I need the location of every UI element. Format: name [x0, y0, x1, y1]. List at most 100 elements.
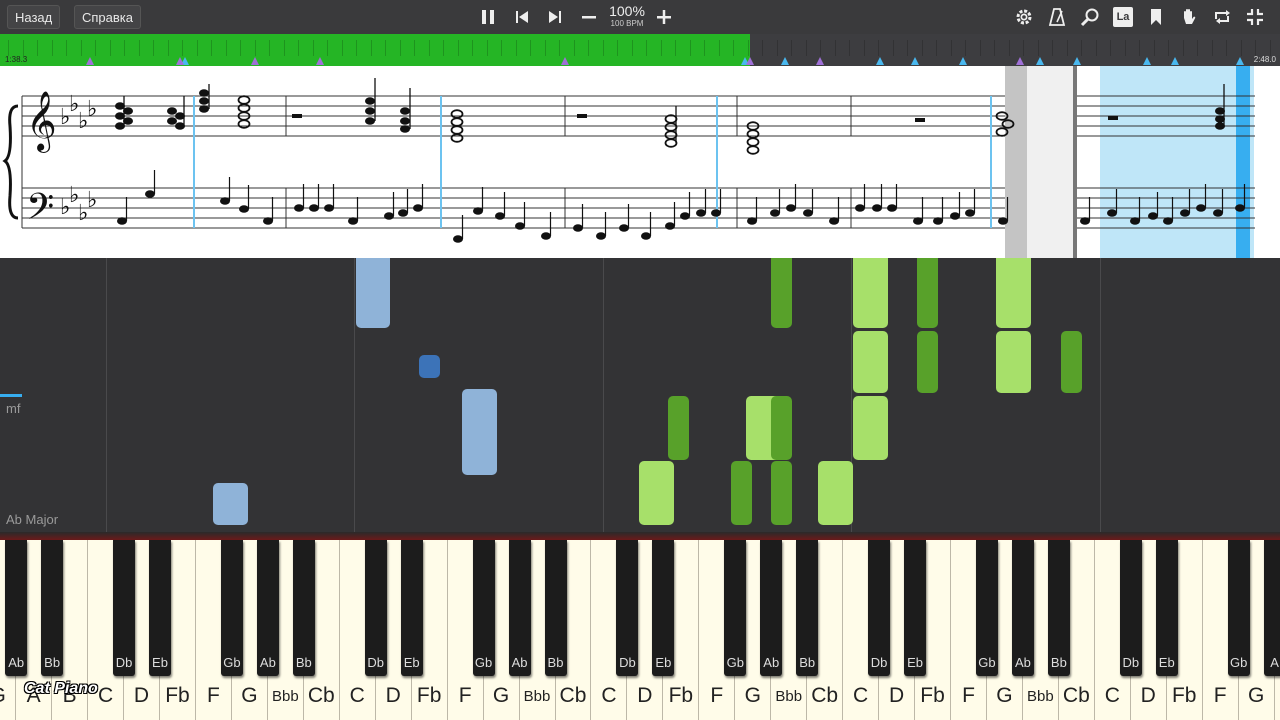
svg-text:♭: ♭	[87, 97, 97, 122]
timeline-tick	[385, 40, 386, 56]
black-key[interactable]: Eb	[1155, 540, 1178, 676]
note-bar	[639, 461, 674, 525]
timeline-tick	[428, 40, 430, 56]
black-key[interactable]: Eb	[149, 540, 171, 676]
black-key-label: Bb	[295, 655, 312, 670]
note-head	[1235, 204, 1245, 212]
black-key[interactable]: Gb	[975, 540, 998, 676]
black-key-label: Eb	[403, 655, 420, 670]
black-key-label: Ab	[1014, 655, 1031, 670]
black-key[interactable]: Eb	[400, 540, 423, 676]
note-head	[965, 209, 975, 217]
tempo-minus-icon[interactable]	[576, 4, 602, 30]
black-key[interactable]: Db	[868, 540, 891, 676]
timeline-tick	[501, 40, 502, 56]
sheet-music[interactable]: 𝄞 𝄢 ♭ ♭ ♭ ♭ ♭ ♭ ♭ ♭	[0, 66, 1280, 258]
note-head	[696, 209, 706, 217]
white-key-label: Bbb	[775, 688, 803, 705]
playhead	[1236, 66, 1250, 258]
white-key-label: Fb	[920, 684, 945, 707]
language-icon[interactable]: La	[1110, 4, 1136, 30]
note-head	[1080, 217, 1090, 225]
pause-icon[interactable]	[475, 4, 501, 30]
white-key-label: F	[1213, 684, 1227, 707]
black-key[interactable]: Ab	[256, 540, 279, 676]
timeline-tick	[109, 40, 111, 56]
timeline-marker	[1171, 57, 1179, 65]
black-key[interactable]: A	[1263, 540, 1280, 676]
note-head	[473, 207, 483, 215]
hand-icon[interactable]	[1176, 4, 1202, 30]
timeline-tick	[138, 40, 140, 56]
bookmark-icon[interactable]	[1143, 4, 1169, 30]
black-key[interactable]: Gb	[1227, 540, 1250, 676]
timeline-tick	[762, 40, 763, 56]
white-key-label: G	[996, 684, 1013, 707]
black-key[interactable]: Ab	[5, 540, 28, 676]
note-bar	[731, 461, 752, 525]
note-head	[641, 232, 651, 240]
black-key[interactable]: Bb	[292, 540, 315, 676]
timeline-scrubber[interactable]: 1:38.3 2:48.0	[0, 34, 1280, 66]
magnifier-icon[interactable]	[1077, 4, 1103, 30]
black-key[interactable]: Gb	[220, 540, 243, 676]
note-head	[872, 204, 882, 212]
black-key[interactable]: Gb	[472, 540, 495, 676]
timeline-marker	[911, 57, 919, 65]
black-key[interactable]: Bb	[796, 540, 819, 676]
timeline-marker	[316, 57, 324, 65]
black-key[interactable]: Db	[364, 540, 387, 676]
timeline-tick	[356, 40, 357, 56]
timeline-tick	[283, 40, 285, 56]
gear-icon[interactable]	[1011, 4, 1037, 30]
black-key[interactable]: Bb	[1047, 540, 1070, 676]
black-key[interactable]: Gb	[724, 540, 747, 676]
black-key[interactable]: Ab	[508, 540, 531, 676]
black-key[interactable]: Eb	[652, 540, 675, 676]
timeline-marker	[176, 57, 184, 65]
timeline-tick	[95, 40, 96, 56]
loop-icon[interactable]	[1209, 4, 1235, 30]
black-key-label: Db	[115, 655, 133, 670]
back-button[interactable]: Назад	[7, 5, 61, 29]
note-head	[998, 217, 1008, 225]
black-key[interactable]: Db	[616, 540, 639, 676]
white-key-label: Cb	[307, 684, 335, 707]
timeline-tick	[1168, 40, 1169, 56]
note-head	[770, 209, 780, 217]
black-key-label: Ab	[511, 655, 528, 670]
exit-fullscreen-icon[interactable]	[1242, 4, 1268, 30]
black-key-label: Gb	[1229, 655, 1248, 670]
note-head	[680, 212, 690, 220]
piano-keyboard[interactable]: GABCDFbFGBbbCbCDFbFGBbbCbCDFbFGBbbCbCDFb…	[0, 540, 1280, 720]
timeline-tick	[1197, 40, 1198, 56]
metronome-icon[interactable]	[1044, 4, 1070, 30]
tempo-plus-icon[interactable]	[651, 4, 677, 30]
timeline-tick	[704, 40, 705, 56]
timeline-tick	[196, 40, 198, 56]
language-badge: La	[1113, 7, 1133, 27]
black-key[interactable]: Db	[113, 540, 136, 676]
black-key-label: Bb	[44, 655, 61, 670]
black-key-label: Db	[367, 655, 385, 670]
black-key[interactable]: Db	[1119, 540, 1142, 676]
help-button[interactable]: Справка	[74, 5, 141, 29]
note-head	[913, 217, 923, 225]
timeline-marker	[876, 57, 884, 65]
note-bar	[996, 331, 1031, 393]
timeline-tick	[1182, 40, 1184, 56]
black-key[interactable]: Eb	[904, 540, 927, 676]
black-key[interactable]: Ab	[760, 540, 783, 676]
timeline-tick	[153, 40, 154, 56]
black-key[interactable]: Bb	[544, 540, 567, 676]
note-bar	[818, 461, 853, 525]
skip-forward-icon[interactable]	[542, 4, 568, 30]
black-key[interactable]: Bb	[41, 540, 64, 676]
timeline-tick	[312, 40, 314, 56]
black-key[interactable]: Ab	[1011, 540, 1034, 676]
skip-back-icon[interactable]	[509, 4, 535, 30]
black-key-label: Eb	[907, 655, 923, 670]
note-head	[950, 212, 960, 220]
timeline-tick	[1139, 40, 1140, 56]
timeline-progress	[0, 34, 751, 66]
